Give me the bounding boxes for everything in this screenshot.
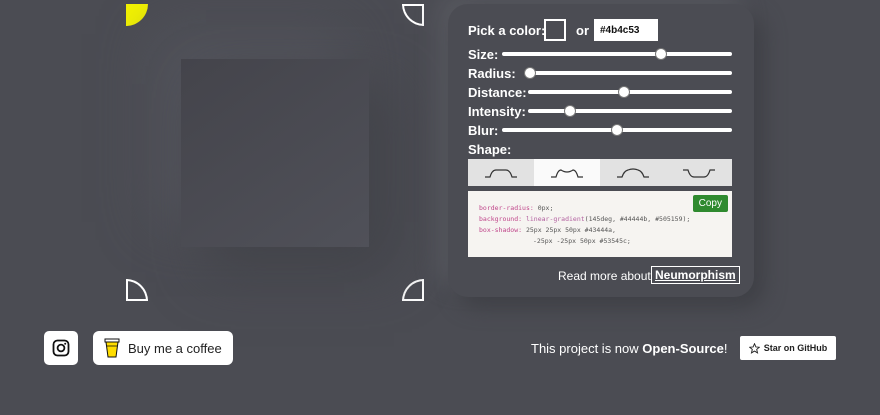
coffee-cup-icon xyxy=(104,338,120,358)
size-slider-thumb[interactable] xyxy=(654,48,667,60)
code-line-box-shadow-2: -25px -25px 50px #53545c; xyxy=(533,237,631,245)
pick-color-label: Pick a color: xyxy=(468,23,546,38)
copy-button[interactable]: Copy xyxy=(692,195,728,212)
blur-label: Blur: xyxy=(468,123,499,138)
blur-slider[interactable] xyxy=(502,124,732,136)
shape-pressed-button[interactable] xyxy=(666,159,732,186)
neumorphism-preview xyxy=(181,59,369,247)
light-source-bottom-left[interactable] xyxy=(126,279,148,301)
blur-slider-thumb[interactable] xyxy=(611,124,623,136)
instagram-icon xyxy=(52,339,70,357)
hex-color-input[interactable] xyxy=(594,19,658,41)
shape-label: Shape: xyxy=(468,142,512,157)
config-panel: Pick a color: or Size: Radius: Distance:… xyxy=(448,4,754,297)
light-source-top-left[interactable] xyxy=(126,4,148,26)
size-label: Size: xyxy=(468,47,499,62)
read-more-label: Read more about xyxy=(558,269,651,283)
open-source-text: This project is now Open-Source! xyxy=(531,341,728,356)
intensity-slider[interactable] xyxy=(528,105,732,117)
light-source-bottom-right[interactable] xyxy=(402,279,424,301)
shape-flat-button[interactable] xyxy=(468,159,534,186)
shape-concave-button[interactable] xyxy=(534,159,600,186)
distance-label: Distance: xyxy=(468,85,527,100)
code-line-border-radius: border-radius: 0px; xyxy=(479,204,554,212)
concave-shape-icon xyxy=(551,168,583,178)
open-source-link[interactable]: Open-Source xyxy=(642,341,724,356)
star-icon xyxy=(748,342,760,354)
github-label: Star on GitHub xyxy=(763,343,828,353)
instagram-button[interactable] xyxy=(44,331,78,365)
intensity-label: Intensity: xyxy=(468,104,526,119)
code-line-box-shadow: box-shadow: 25px 25px 50px #43444a, xyxy=(479,226,616,234)
pressed-shape-icon xyxy=(683,168,715,178)
intensity-slider-thumb[interactable] xyxy=(564,105,577,117)
shape-convex-button[interactable] xyxy=(600,159,666,186)
light-source-top-right[interactable] xyxy=(402,4,424,26)
color-picker-swatch[interactable] xyxy=(544,19,566,41)
shape-selector xyxy=(468,159,732,186)
distance-slider[interactable] xyxy=(528,86,732,98)
star-on-github-button[interactable]: Star on GitHub xyxy=(740,336,836,360)
code-line-background: background: linear-gradient(145deg, #444… xyxy=(479,215,691,223)
distance-slider-thumb[interactable] xyxy=(618,86,631,98)
convex-shape-icon xyxy=(617,167,649,178)
radius-slider-thumb[interactable] xyxy=(524,67,536,79)
neumorphism-link[interactable]: Neumorphism xyxy=(651,266,740,284)
flat-shape-icon xyxy=(485,168,517,178)
css-code-block: border-radius: 0px; background: linear-g… xyxy=(468,191,732,257)
coffee-label: Buy me a coffee xyxy=(128,340,222,356)
buy-me-a-coffee-button[interactable]: Buy me a coffee xyxy=(93,331,233,365)
or-label: or xyxy=(576,23,589,38)
radius-label: Radius: xyxy=(468,66,516,81)
radius-slider[interactable] xyxy=(524,67,732,79)
size-slider[interactable] xyxy=(502,48,732,60)
